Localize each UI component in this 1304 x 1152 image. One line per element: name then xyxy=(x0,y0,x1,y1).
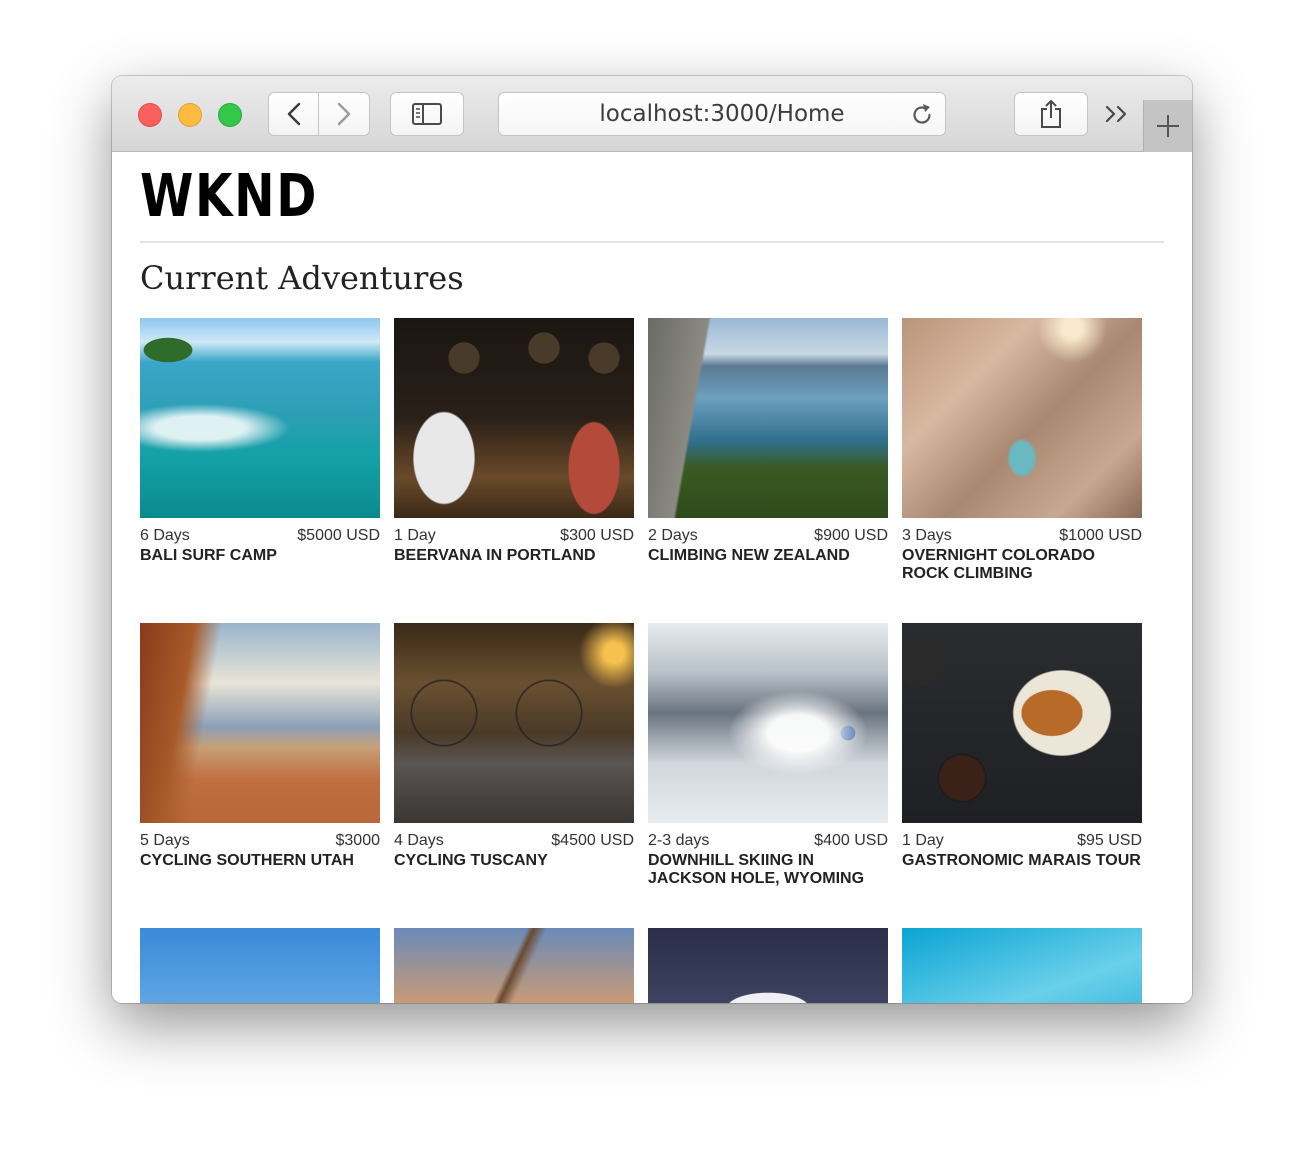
chevron-left-icon xyxy=(287,102,300,126)
adventure-image[interactable] xyxy=(902,928,1142,1003)
adventure-image[interactable] xyxy=(902,318,1142,518)
adventure-card-partial[interactable] xyxy=(394,928,634,1003)
adventure-image[interactable] xyxy=(648,318,888,518)
adventure-price: $95 USD xyxy=(1077,832,1142,849)
chevron-right-icon xyxy=(337,102,351,126)
browser-toolbar: localhost:3000/Home xyxy=(112,76,1192,152)
adventure-price: $5000 USD xyxy=(297,527,380,544)
adventure-title[interactable]: OVERNIGHT COLORADO ROCK CLIMBING xyxy=(902,547,1142,583)
adventure-price: $4500 USD xyxy=(551,832,634,849)
adventure-card-partial[interactable] xyxy=(648,928,888,1003)
adventure-card-marais[interactable]: 1 Day $95 USD GASTRONOMIC MARAIS TOUR xyxy=(902,623,1142,870)
adventure-duration: 4 Days xyxy=(394,832,444,849)
reload-icon[interactable] xyxy=(909,102,935,128)
adventure-image[interactable] xyxy=(394,623,634,823)
new-tab-button[interactable] xyxy=(1143,100,1192,152)
minimize-window-button[interactable] xyxy=(178,103,202,127)
close-window-button[interactable] xyxy=(138,103,162,127)
adventure-card-tuscany[interactable]: 4 Days $4500 USD CYCLING TUSCANY xyxy=(394,623,634,870)
adventure-image[interactable] xyxy=(140,623,380,823)
adventure-duration: 5 Days xyxy=(140,832,190,849)
adventure-card-bali[interactable]: 6 Days $5000 USD BALI SURF CAMP xyxy=(140,318,380,565)
adventure-image[interactable] xyxy=(140,318,380,518)
adventure-price: $300 USD xyxy=(560,527,634,544)
adventure-image[interactable] xyxy=(902,623,1142,823)
adventure-card-utah[interactable]: 5 Days $3000 CYCLING SOUTHERN UTAH xyxy=(140,623,380,870)
adventure-image[interactable] xyxy=(394,928,634,1003)
page-content: WKND Current Adventures 6 Days $5000 USD… xyxy=(112,152,1192,1003)
address-bar[interactable]: localhost:3000/Home xyxy=(498,92,946,136)
adventure-duration: 2-3 days xyxy=(648,832,710,849)
adventure-image[interactable] xyxy=(394,318,634,518)
share-icon xyxy=(1041,99,1061,128)
back-button[interactable] xyxy=(268,92,319,136)
adventure-title[interactable]: DOWNHILL SKIING IN JACKSON HOLE, WYOMING xyxy=(648,852,888,888)
adventure-card-new-zealand[interactable]: 2 Days $900 USD CLIMBING NEW ZEALAND xyxy=(648,318,888,565)
adventure-title[interactable]: CYCLING SOUTHERN UTAH xyxy=(140,852,380,870)
adventure-title[interactable]: CLIMBING NEW ZEALAND xyxy=(648,547,888,565)
sidebar-toggle-button[interactable] xyxy=(390,92,464,136)
zoom-window-button[interactable] xyxy=(218,103,242,127)
adventure-duration: 6 Days xyxy=(140,527,190,544)
adventure-card-beervana[interactable]: 1 Day $300 USD BEERVANA IN PORTLAND xyxy=(394,318,634,565)
adventure-title[interactable]: BEERVANA IN PORTLAND xyxy=(394,547,634,565)
adventure-price: $3000 xyxy=(335,832,381,849)
adventure-image[interactable] xyxy=(648,928,888,1003)
adventure-price: $900 USD xyxy=(814,527,888,544)
header-divider xyxy=(140,241,1164,243)
adventure-duration: 3 Days xyxy=(902,527,952,544)
plus-icon xyxy=(1157,115,1179,137)
sidebar-icon xyxy=(412,103,442,125)
adventure-price: $400 USD xyxy=(814,832,888,849)
adventure-duration: 2 Days xyxy=(648,527,698,544)
forward-button[interactable] xyxy=(319,92,370,136)
adventure-image[interactable] xyxy=(648,623,888,823)
adventure-card-colorado[interactable]: 3 Days $1000 USD OVERNIGHT COLORADO ROCK… xyxy=(902,318,1142,583)
adventure-card-jackson-hole[interactable]: 2-3 days $400 USD DOWNHILL SKIING IN JAC… xyxy=(648,623,888,888)
adventure-card-partial[interactable] xyxy=(140,928,380,1003)
section-title: Current Adventures xyxy=(140,259,464,297)
site-logo[interactable]: WKND xyxy=(140,164,318,228)
adventure-title[interactable]: CYCLING TUSCANY xyxy=(394,852,634,870)
browser-window: localhost:3000/Home WKND Current Adventu… xyxy=(112,76,1192,1003)
adventure-title[interactable]: GASTRONOMIC MARAIS TOUR xyxy=(902,852,1142,870)
url-text: localhost:3000/Home xyxy=(599,101,845,127)
adventure-duration: 1 Day xyxy=(902,832,944,849)
double-chevron-right-icon[interactable] xyxy=(1102,100,1132,128)
adventure-image[interactable] xyxy=(140,928,380,1003)
adventure-price: $1000 USD xyxy=(1059,527,1142,544)
adventure-card-partial[interactable] xyxy=(902,928,1142,1003)
share-button[interactable] xyxy=(1014,92,1088,136)
adventure-duration: 1 Day xyxy=(394,527,436,544)
adventure-title[interactable]: BALI SURF CAMP xyxy=(140,547,380,565)
